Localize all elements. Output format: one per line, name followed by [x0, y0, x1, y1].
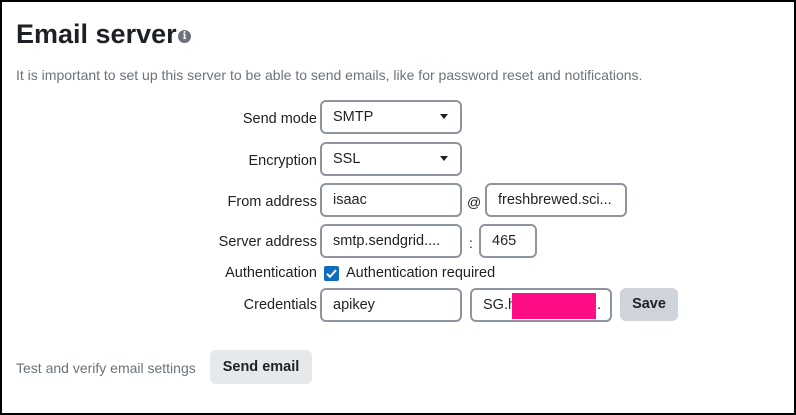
username-input[interactable]: apikey	[320, 288, 462, 322]
authentication-label: Authentication	[225, 265, 317, 281]
send-email-button[interactable]: Send email	[210, 350, 312, 384]
encryption-label: Encryption	[248, 153, 317, 169]
chevron-down-icon	[440, 114, 448, 119]
credentials-label: Credentials	[243, 297, 317, 313]
page-title: Email server	[16, 19, 177, 49]
server-address-label: Server address	[218, 234, 317, 250]
authentication-checkbox[interactable]	[324, 266, 339, 281]
server-host-input[interactable]: smtp.sendgrid....	[320, 224, 462, 258]
page-description: It is important to set up this server to…	[16, 67, 643, 83]
redaction-overlay	[512, 293, 596, 319]
server-port-input[interactable]: 465	[479, 224, 537, 258]
send-mode-value: SMTP	[333, 109, 374, 125]
from-user-input[interactable]: isaac	[320, 183, 462, 217]
encryption-value: SSL	[333, 151, 361, 167]
info-icon[interactable]: i	[178, 30, 191, 43]
test-settings-label: Test and verify email settings	[16, 360, 196, 376]
at-separator: @	[467, 194, 482, 210]
email-server-panel: Email server i It is important to set up…	[0, 0, 796, 415]
save-button[interactable]: Save	[620, 288, 678, 321]
chevron-down-icon	[440, 156, 448, 161]
port-separator: :	[469, 235, 473, 251]
check-icon	[326, 269, 337, 279]
authentication-required-label[interactable]: Authentication required	[346, 263, 495, 283]
from-address-label: From address	[227, 194, 317, 210]
send-mode-select[interactable]: SMTP	[320, 100, 462, 134]
password-suffix: .	[597, 297, 602, 313]
from-domain-input[interactable]: freshbrewed.sci...	[485, 183, 627, 217]
encryption-select[interactable]: SSL	[320, 142, 462, 176]
send-mode-label: Send mode	[242, 111, 317, 127]
